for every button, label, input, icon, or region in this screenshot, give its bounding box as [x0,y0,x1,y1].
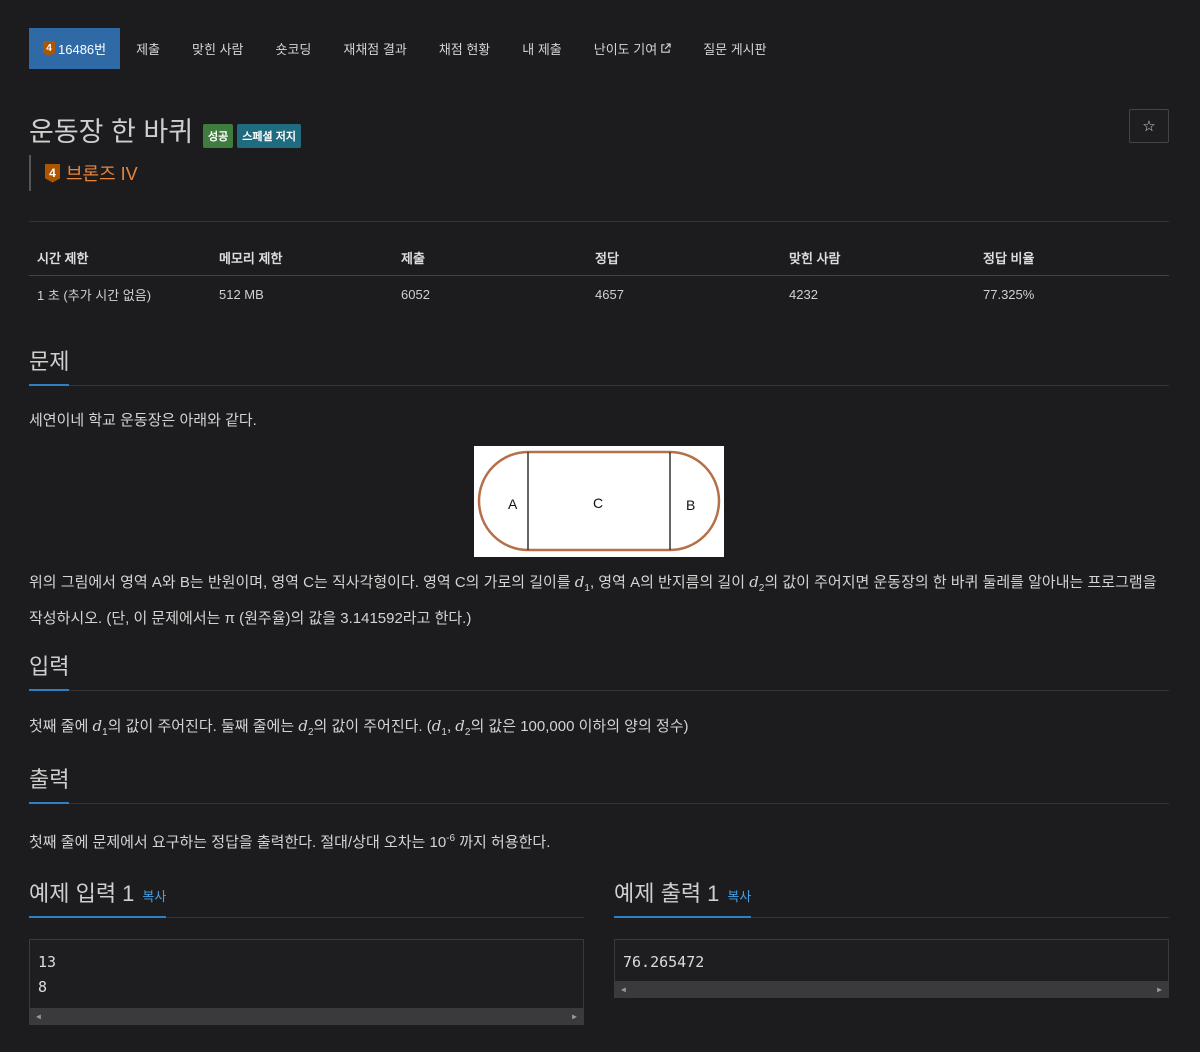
tab-submit[interactable]: 제출 [120,28,176,69]
memory-limit-value: 512 MB [219,286,264,302]
problem-heading: 문제 [29,344,70,386]
problem-tier: 4 브론즈 IV [29,155,138,191]
scroll-left-icon[interactable]: ◀ [621,985,626,994]
track-figure: A C B [474,446,724,557]
sample-input-box[interactable]: 13 8 ◀ ▶ [29,939,584,1025]
table-header-row: 시간 제한 메모리 제한 제출 정답 맞힌 사람 정답 비율 [29,240,1169,276]
scroll-left-icon[interactable]: ◀ [36,1012,41,1021]
special-judge-badge: 스페셜 저지 [237,123,301,148]
time-limit-value: 1 초 (추가 시간 없음) [37,287,152,303]
tab-my-submissions[interactable]: 내 제출 [506,28,578,69]
header-time-limit: 시간 제한 [37,251,89,266]
problem-intro: 세연이네 학교 운동장은 아래와 같다. [29,412,257,429]
label-c: C [593,495,603,511]
favorite-button[interactable]: ☆ [1129,109,1169,143]
accepted-value: 4657 [595,286,624,302]
table-row: 1 초 (추가 시간 없음) 512 MB 6052 4657 4232 77.… [29,276,1169,312]
sample-input-heading: 예제 입력 1 복사 [29,876,167,918]
tab-board[interactable]: 질문 게시판 [687,28,782,69]
horizontal-scrollbar[interactable]: ◀ ▶ [615,981,1168,997]
success-badge: 성공 [203,123,234,148]
ratio-value: 77.325% [983,286,1035,302]
external-link-icon [661,43,671,53]
tab-difficulty[interactable]: 난이도 기여 [578,28,687,69]
sample-input-header: 예제 입력 1 복사 [29,876,584,918]
problem-section-header: 문제 [29,344,1169,386]
copy-output-button[interactable]: 복사 [727,889,751,904]
bronze-tier-icon: 4 [43,41,55,56]
problem-description: 위의 그림에서 영역 A와 B는 반원이며, 영역 C는 직사각형이다. 영역 … [29,573,1157,627]
input-heading: 입력 [29,649,70,691]
tab-problem-number[interactable]: 4 16486번 [29,28,121,69]
tab-difficulty-label: 난이도 기여 [593,42,658,57]
output-heading: 출력 [29,762,70,804]
sample-output-box[interactable]: 76.265472 ◀ ▶ [614,939,1169,998]
output-description: 첫째 줄에 문제에서 요구하는 정답을 출력한다. 절대/상대 오차는 10-6… [29,833,551,851]
problem-info-table: 시간 제한 메모리 제한 제출 정답 맞힌 사람 정답 비율 1 초 (추가 시… [29,240,1169,312]
track-diagram: A C B [477,450,721,552]
header-solvers: 맞힌 사람 [789,251,841,266]
horizontal-scrollbar[interactable]: ◀ ▶ [30,1008,583,1024]
copy-input-button[interactable]: 복사 [142,889,166,904]
scroll-right-icon[interactable]: ▶ [1157,985,1162,994]
header-accepted: 정답 [595,251,619,266]
scroll-right-icon[interactable]: ▶ [572,1012,577,1021]
problem-menu: 4 16486번 제출 맞힌 사람 숏코딩 재채점 결과 채점 현황 내 제출 … [29,28,783,69]
tab-status[interactable]: 채점 현황 [423,28,506,69]
tab-short-coding[interactable]: 숏코딩 [260,28,328,69]
problem-header: 운동장 한 바퀴 성공 스페셜 저지 [29,110,301,149]
input-description: 첫째 줄에 d1의 값이 주어진다. 둘째 줄에는 d2의 값이 주어진다. (… [29,717,689,738]
bronze-tier-icon: 4 [45,163,60,183]
tab-rejudge[interactable]: 재채점 결과 [327,28,422,69]
sample-output-heading: 예제 출력 1 복사 [614,876,752,918]
label-b: B [686,497,695,513]
star-icon: ☆ [1142,118,1156,135]
problem-number: 16486번 [58,42,107,57]
tab-solvers[interactable]: 맞힌 사람 [176,28,259,69]
divider [29,221,1169,222]
submissions-value: 6052 [401,286,430,302]
label-a: A [508,496,518,512]
input-section-header: 입력 [29,649,1169,691]
header-memory-limit: 메모리 제한 [219,251,283,266]
tier-name[interactable]: 브론즈 IV [66,160,138,186]
header-ratio: 정답 비율 [983,251,1035,266]
solvers-value: 4232 [789,286,818,302]
page-title: 운동장 한 바퀴 [29,117,194,147]
output-section-header: 출력 [29,762,1169,804]
header-submissions: 제출 [401,251,425,266]
sample-output-text: 76.265472 [623,953,705,971]
sample-output-header: 예제 출력 1 복사 [614,876,1169,918]
sample-input-text: 13 8 [38,953,57,996]
